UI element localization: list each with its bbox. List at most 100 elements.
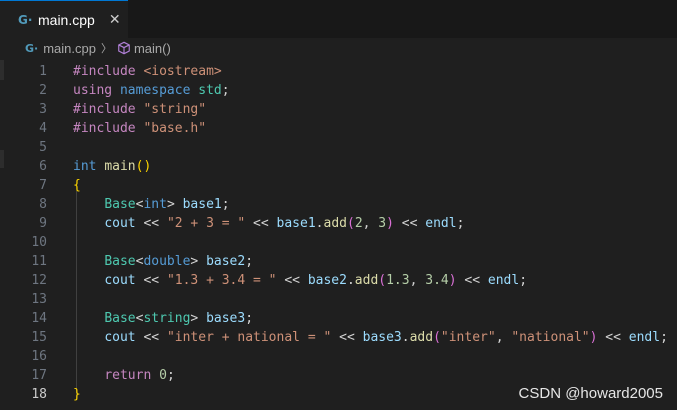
code-token: #include [73,102,144,117]
code-line[interactable]: 10 [0,233,677,252]
line-number: 16 [31,349,47,364]
code-line[interactable]: 7{ [0,176,677,195]
line-number: 12 [31,273,47,288]
code-token: << [276,273,308,288]
line-number: 9 [39,216,47,231]
code-token: 2 [354,216,363,231]
code-token: add [354,273,379,288]
code-token: 1.3 [386,273,410,288]
code-line[interactable]: 4 #include "base.h" [0,119,677,138]
line-number: 10 [31,235,47,250]
tab-bar: G· main.cpp ✕ [0,0,677,39]
code-line[interactable]: 1 #include <iostream> [0,62,677,81]
line-number: 1 [39,64,47,79]
line-number: 5 [39,140,47,155]
breadcrumb-symbol[interactable]: main() [134,41,171,56]
code-token: "1.3 + 3.4 = " [166,273,277,288]
cpp-file-icon: G· [18,12,33,27]
code-token: Base [104,197,136,212]
line-number: 6 [39,159,47,174]
code-token: "base.h" [143,121,207,136]
code-line[interactable]: 8 Base<int> base1; [0,195,677,214]
code-token: "string" [143,102,207,117]
code-line[interactable]: 15 cout << "inter + national = " << base… [0,328,677,347]
cpp-file-icon: G· [25,41,39,55]
code-text: #include "string" [73,100,206,119]
code-token: base1 [276,216,316,231]
code-token: string [143,311,191,326]
code-token: double [143,254,191,269]
code-line[interactable]: 2 using namespace std; [0,81,677,100]
code-token: ; [660,330,668,345]
code-token: << [456,273,488,288]
code-token: ; [221,197,230,212]
breadcrumb: G· main.cpp 〉 main() [0,38,677,58]
code-line[interactable]: 11 Base<double> base2; [0,252,677,271]
code-token: , [409,273,426,288]
code-text: cout << "1.3 + 3.4 = " << base2.add(1.3,… [73,271,527,290]
code-token: ( [378,273,387,288]
code-text: #include "base.h" [73,119,206,138]
code-token: #include [73,121,144,136]
code-line[interactable]: 14 Base<string> base3; [0,309,677,328]
code-token: . [315,216,324,231]
code-token: add [323,216,347,231]
close-icon[interactable]: ✕ [109,12,121,28]
code-text: Base<int> base1; [73,195,230,214]
code-token: #include [73,64,144,79]
code-token: ( [346,216,355,231]
code-token: int [73,159,105,174]
line-number: 11 [31,254,47,269]
code-token: "national" [511,330,590,345]
code-token: std [198,83,222,98]
code-line[interactable]: 5 [0,138,677,157]
code-text: Base<string> base3; [73,309,253,328]
code-token: add [409,330,434,345]
code-token: endl [425,216,457,231]
code-token: { [73,178,81,193]
code-token: base3 [206,311,246,326]
line-number: 8 [39,197,47,212]
code-line[interactable]: 13 [0,290,677,309]
method-cube-icon [118,41,130,55]
code-token: () [135,159,152,174]
code-line[interactable]: 12 cout << "1.3 + 3.4 = " << base2.add(1… [0,271,677,290]
code-editor[interactable]: 1 #include <iostream> 2 using namespace std… [0,58,677,410]
code-text: cout << "2 + 3 = " << base1.add(2, 3) <<… [73,214,464,233]
code-token: <iostream> [143,64,222,79]
code-token: << [331,330,363,345]
code-token: Base [104,254,136,269]
code-line[interactable]: 9 cout << "2 + 3 = " << base1.add(2, 3) … [0,214,677,233]
code-token: << [597,330,629,345]
code-token: return [104,368,160,383]
code-token: base1 [182,197,222,212]
line-number: 7 [39,178,47,193]
code-token: << [135,273,167,288]
line-number: 2 [39,83,47,98]
code-token: cout [104,216,136,231]
code-token: > [190,311,207,326]
tab-main-cpp[interactable]: G· main.cpp ✕ [0,0,128,38]
code-token: ; [166,368,175,383]
code-token: << [135,330,167,345]
code-text: return 0; [73,366,175,385]
code-token: ; [245,254,254,269]
code-line[interactable]: 17 return 0; [0,366,677,385]
code-line[interactable]: 16 [0,347,677,366]
code-token: ) [386,216,394,231]
code-token: ) [448,273,457,288]
code-text: } [73,385,81,404]
code-line[interactable]: 6 int main() [0,157,677,176]
code-token: Base [104,311,136,326]
code-text: #include <iostream> [73,62,222,81]
breadcrumb-file[interactable]: main.cpp [43,41,96,56]
line-number: 3 [39,102,47,117]
tab-label: main.cpp [38,11,95,28]
code-token: 3.4 [425,273,449,288]
code-line[interactable]: 3 #include "string" [0,100,677,119]
code-token: , [362,216,379,231]
